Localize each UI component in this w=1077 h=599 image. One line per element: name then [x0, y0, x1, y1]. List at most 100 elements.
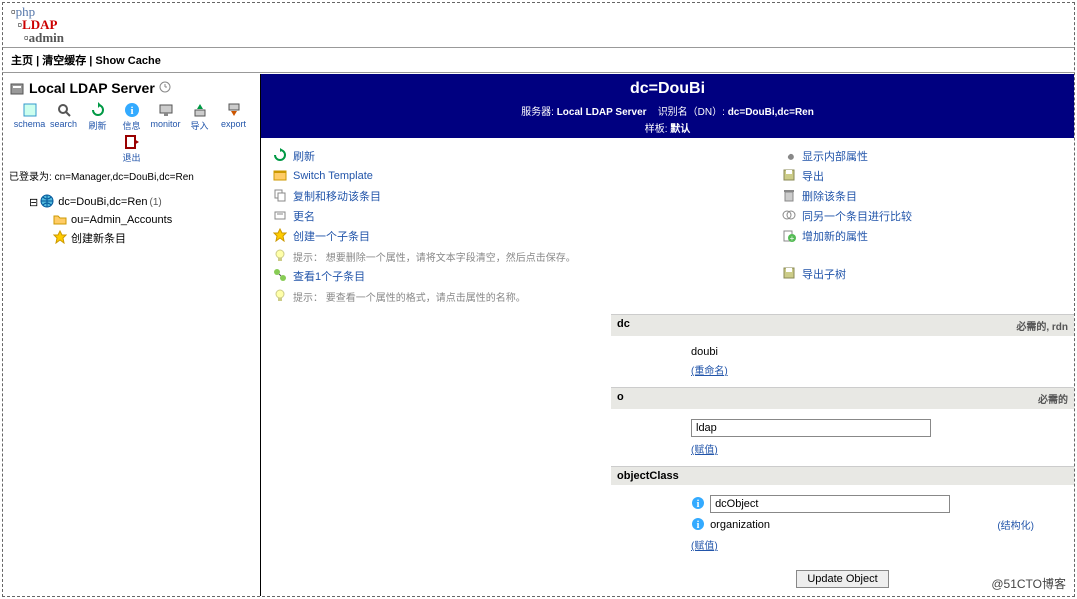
toolbar-search[interactable]: search [48, 102, 80, 132]
server-icon [9, 80, 25, 96]
action-create-child[interactable]: 创建一个子条目 [293, 228, 370, 244]
compare-icon [782, 208, 798, 224]
add-icon: + [782, 228, 798, 244]
save-icon [782, 168, 798, 184]
folder-icon [53, 212, 69, 228]
attr-o-req: 必需的 [1038, 391, 1068, 406]
star-icon [273, 228, 289, 244]
server-title-row: Local LDAP Server [9, 80, 254, 96]
content-area: dc=DouBi 服务器: Local LDAP Server 识别名（DN）:… [261, 74, 1074, 596]
action-compare[interactable]: 同另一个条目进行比较 [802, 208, 912, 224]
logo: ▫php ▫LDAP ▫admin [3, 3, 1074, 46]
logout-icon [124, 134, 140, 150]
action-delete[interactable]: 删除该条目 [802, 188, 857, 204]
toolbar-export-label: export [221, 119, 246, 129]
toolbar-refresh[interactable]: 刷新 [82, 102, 114, 132]
sidebar-toolbar: schema search 刷新 i 信息 monitor [9, 102, 254, 164]
import-icon [192, 102, 208, 118]
tree-new-entry[interactable]: 创建新条目 [53, 229, 254, 247]
rename-icon [273, 208, 289, 224]
template-icon [273, 168, 289, 184]
server-title-text: Local LDAP Server [29, 80, 155, 96]
attr-o-input[interactable] [691, 419, 931, 437]
nav-home[interactable]: 主页 [11, 55, 33, 67]
action-add-attr[interactable]: 增加新的属性 [802, 228, 868, 244]
hdr-tpl-value: 默认 [670, 124, 690, 135]
attr-oc-name[interactable]: objectClass [617, 470, 679, 482]
ldap-tree: ⊟ dc=DouBi,dc=Ren (1) ou=Admin_Accounts … [29, 193, 254, 247]
nav-purge-cache[interactable]: 清空缓存 [42, 55, 86, 67]
action-rename[interactable]: 更名 [293, 208, 315, 224]
tree-child-admin-accounts[interactable]: ou=Admin_Accounts [53, 211, 254, 229]
logo-part-admin: admin [29, 30, 64, 45]
hdr-server-label: 服务器: [521, 107, 554, 118]
info-icon: i [124, 102, 140, 118]
refresh-icon [90, 102, 106, 118]
action-export[interactable]: 导出 [802, 168, 824, 184]
toolbar-info-label: 信息 [122, 119, 140, 132]
attr-objectclass-section: objectClass i i organization (结构化) (赋值) [611, 466, 1074, 562]
toolbar-schema[interactable]: schema [14, 102, 46, 132]
attr-oc-val2: organization [710, 519, 770, 531]
wrench-icon [782, 148, 798, 164]
watermark: @51CTO博客 [991, 575, 1066, 592]
info-icon[interactable]: i [691, 496, 707, 512]
actions-left-col: 刷新 Switch Template 复制和移动该条目 更名 创建一个子条目 提… [273, 146, 782, 306]
toolbar-export[interactable]: export [218, 102, 250, 132]
tree-new-entry-label[interactable]: 创建新条目 [71, 230, 126, 246]
top-nav: 主页 | 清空缓存 | Show Cache [3, 49, 1074, 71]
toolbar-schema-label: schema [14, 119, 46, 129]
toolbar-logout-label: 退出 [122, 151, 140, 164]
login-label: 已登录为: [9, 172, 52, 183]
export-icon [226, 102, 242, 118]
toolbar-logout[interactable]: 退出 [116, 134, 148, 164]
clock-icon[interactable] [159, 80, 175, 96]
trash-icon [782, 188, 798, 204]
hint-delete-attr: 提示： 想要删除一个属性，请将文本字段清空，然后点击保存。 [293, 249, 576, 264]
tree-root-label[interactable]: dc=DouBi,dc=Ren [58, 196, 147, 208]
sidebar: Local LDAP Server schema search 刷新 [3, 74, 261, 596]
toolbar-refresh-label: 刷新 [88, 119, 106, 132]
attr-o-addvalue[interactable]: (赋值) [691, 445, 718, 456]
attr-o-name[interactable]: o [617, 391, 624, 406]
save-icon [782, 266, 798, 282]
hint-schema: 提示： 要查看一个属性的格式，请点击属性的名称。 [293, 289, 526, 304]
tree-child-label[interactable]: ou=Admin_Accounts [71, 214, 172, 226]
hdr-server-value: Local LDAP Server [557, 107, 647, 118]
toolbar-monitor-label: monitor [150, 119, 180, 129]
bulb-icon [273, 248, 289, 264]
action-switch-template[interactable]: Switch Template [293, 170, 373, 182]
action-copy-move[interactable]: 复制和移动该条目 [293, 188, 381, 204]
toolbar-import[interactable]: 导入 [184, 102, 216, 132]
login-dn: cn=Manager,dc=DouBi,dc=Ren [55, 172, 194, 183]
toolbar-monitor[interactable]: monitor [150, 102, 182, 132]
toolbar-import-label: 导入 [190, 119, 208, 132]
attr-oc-structural: (结构化) [997, 517, 1034, 532]
attr-dc-rename[interactable]: (重命名) [691, 366, 728, 377]
hdr-dn-value: dc=DouBi,dc=Ren [728, 107, 814, 118]
nav-show-cache[interactable]: Show Cache [95, 55, 160, 67]
action-export-subtree[interactable]: 导出子树 [802, 266, 846, 282]
action-view-children[interactable]: 查看1个子条目 [293, 268, 365, 284]
svg-text:i: i [697, 520, 700, 531]
collapse-icon[interactable]: ⊟ [29, 196, 38, 209]
attr-oc-addvalue[interactable]: (赋值) [691, 541, 718, 552]
actions-right-col: 显示内部属性 导出 删除该条目 同另一个条目进行比较 +增加新的属性 导出子树 [782, 146, 1062, 306]
children-icon [273, 268, 289, 284]
attr-dc-req: 必需的, rdn [1016, 318, 1068, 333]
attr-dc-section: dc 必需的, rdn doubi (重命名) [611, 314, 1074, 387]
action-refresh[interactable]: 刷新 [293, 148, 315, 164]
attr-o-section: o 必需的 (赋值) [611, 387, 1074, 466]
attr-dc-value: doubi [691, 346, 1064, 358]
info-icon[interactable]: i [691, 517, 707, 533]
hdr-dn-label: 识别名（DN）: [658, 107, 725, 118]
entry-title: dc=DouBi [263, 76, 1072, 102]
toolbar-search-label: search [50, 119, 77, 129]
hdr-tpl-label: 样板: [645, 124, 668, 135]
update-object-button[interactable]: Update Object [796, 570, 888, 588]
attr-oc-input1[interactable] [710, 495, 950, 513]
tree-root[interactable]: ⊟ dc=DouBi,dc=Ren (1) [29, 193, 254, 211]
attr-dc-name[interactable]: dc [617, 318, 630, 333]
toolbar-info[interactable]: i 信息 [116, 102, 148, 132]
action-show-internal[interactable]: 显示内部属性 [802, 148, 868, 164]
